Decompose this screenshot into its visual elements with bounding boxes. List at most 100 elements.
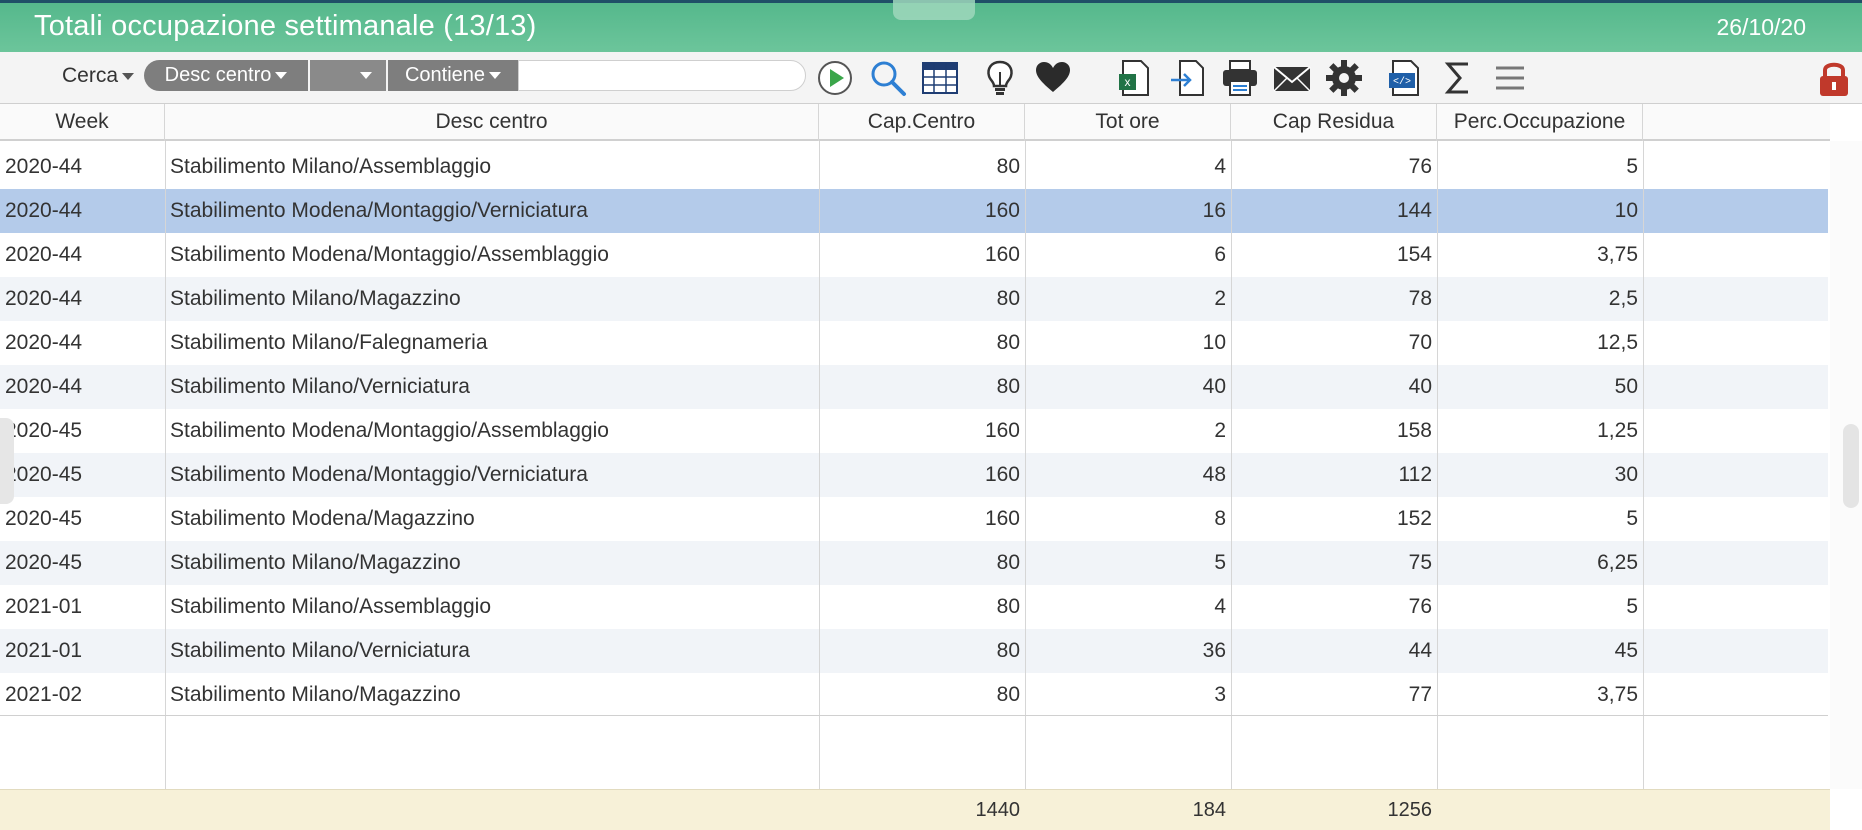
column-header-tot-ore[interactable]: Tot ore bbox=[1025, 104, 1231, 141]
table-row[interactable]: 2020-44 Stabilimento Milano/Verniciatura 8… bbox=[0, 365, 1828, 409]
column-divider bbox=[165, 141, 166, 789]
heart-icon[interactable] bbox=[1033, 58, 1073, 98]
data-grid: Week Desc centro Cap.Centro Tot ore Cap … bbox=[0, 104, 1862, 830]
cell-perc-occupazione: 2,5 bbox=[1608, 287, 1638, 310]
cell-cap-centro: 80 bbox=[996, 639, 1020, 662]
cell-tot-ore: 4 bbox=[1214, 595, 1226, 618]
column-header-perc-occupazione[interactable]: Perc.Occupazione bbox=[1437, 104, 1643, 141]
cell-cap-residua: 158 bbox=[1396, 419, 1432, 442]
cell-cap-residua: 152 bbox=[1396, 507, 1432, 530]
cell-tot-ore: 40 bbox=[1202, 375, 1226, 398]
column-divider bbox=[1643, 141, 1644, 830]
svg-text:</>: </> bbox=[1393, 76, 1411, 88]
chevron-down-icon bbox=[360, 72, 372, 80]
totals-row: 1440 184 1256 bbox=[0, 789, 1830, 830]
search-mode-dropdown[interactable]: Cerca bbox=[62, 64, 135, 88]
column-divider bbox=[819, 141, 820, 830]
table-row[interactable]: 2020-44 Stabilimento Milano/Assemblaggio 8… bbox=[0, 145, 1828, 189]
table-row[interactable]: 2020-44 Stabilimento Milano/Magazzino 80 2 7… bbox=[0, 277, 1828, 321]
cell-perc-occupazione: 5 bbox=[1626, 507, 1638, 530]
magnifier-icon[interactable] bbox=[868, 58, 908, 98]
lightbulb-icon[interactable] bbox=[980, 58, 1020, 98]
cell-cap-centro: 80 bbox=[996, 595, 1020, 618]
play-icon[interactable] bbox=[815, 58, 855, 98]
operator-select-label: Contiene bbox=[404, 64, 486, 86]
chevron-down-icon bbox=[275, 72, 288, 80]
cell-week: 2020-45 bbox=[5, 551, 83, 574]
table-row[interactable]: 2020-44 Stabilimento Milano/Falegnameria 8… bbox=[0, 321, 1828, 365]
cell-cap-centro: 80 bbox=[996, 331, 1020, 354]
cell-tot-ore: 10 bbox=[1202, 331, 1226, 354]
current-date: 26/10/20 bbox=[1716, 14, 1806, 40]
cell-cap-residua: 144 bbox=[1396, 199, 1432, 222]
field-select[interactable]: Desc centro bbox=[144, 60, 308, 91]
cell-desc-centro: Stabilimento Milano/Verniciatura bbox=[170, 375, 470, 398]
cell-cap-residua: 44 bbox=[1408, 639, 1432, 662]
cell-desc-centro: Stabilimento Modena/Montaggio/Assemblagg… bbox=[170, 419, 609, 442]
cell-week: 2020-45 bbox=[5, 419, 83, 442]
table-icon[interactable] bbox=[920, 58, 960, 98]
cell-week: 2020-44 bbox=[5, 375, 83, 398]
operator-select[interactable]: Contiene bbox=[388, 60, 518, 91]
cell-tot-ore: 6 bbox=[1214, 243, 1226, 266]
search-input[interactable] bbox=[518, 60, 806, 91]
cell-desc-centro: Stabilimento Modena/Magazzino bbox=[170, 507, 475, 530]
table-end-line bbox=[0, 715, 1828, 716]
window-drag-handle[interactable] bbox=[893, 0, 975, 20]
cell-cap-centro: 160 bbox=[984, 199, 1020, 222]
table-row[interactable]: 2021-02 Stabilimento Milano/Magazzino 80 3 7… bbox=[0, 673, 1828, 717]
column-header-cap-residua[interactable]: Cap Residua bbox=[1231, 104, 1437, 141]
cell-tot-ore: 3 bbox=[1214, 683, 1226, 706]
menu-icon[interactable] bbox=[1490, 58, 1530, 98]
cell-week: 2021-01 bbox=[5, 639, 83, 662]
cell-cap-centro: 80 bbox=[996, 375, 1020, 398]
cell-week: 2020-44 bbox=[5, 155, 83, 178]
table-row[interactable]: 2020-45 Stabilimento Modena/Montaggio/Ver… bbox=[0, 453, 1828, 497]
lock-icon[interactable] bbox=[1816, 58, 1852, 98]
cell-perc-occupazione: 3,75 bbox=[1597, 683, 1638, 706]
total-cap-residua: 1256 bbox=[1387, 799, 1433, 821]
cell-week: 2020-44 bbox=[5, 331, 83, 354]
excel-icon[interactable]: x bbox=[1115, 58, 1155, 98]
cell-cap-centro: 160 bbox=[984, 463, 1020, 486]
cell-perc-occupazione: 5 bbox=[1626, 155, 1638, 178]
table-row[interactable]: 2020-45 Stabilimento Modena/Montaggio/Ass… bbox=[0, 409, 1828, 453]
column-divider bbox=[1231, 141, 1232, 830]
cell-tot-ore: 4 bbox=[1214, 155, 1226, 178]
column-header-desc-centro[interactable]: Desc centro bbox=[165, 104, 819, 141]
cell-desc-centro: Stabilimento Milano/Verniciatura bbox=[170, 639, 470, 662]
gear-icon[interactable] bbox=[1324, 58, 1364, 98]
cell-desc-centro: Stabilimento Milano/Magazzino bbox=[170, 551, 461, 574]
cell-cap-centro: 160 bbox=[984, 419, 1020, 442]
column-header-cap-centro[interactable]: Cap.Centro bbox=[819, 104, 1025, 141]
sigma-icon[interactable] bbox=[1438, 58, 1478, 98]
mail-icon[interactable] bbox=[1272, 58, 1312, 98]
cell-desc-centro: Stabilimento Milano/Assemblaggio bbox=[170, 595, 491, 618]
side-panel-handle[interactable] bbox=[0, 418, 14, 504]
cell-cap-residua: 77 bbox=[1408, 683, 1432, 706]
cell-desc-centro: Stabilimento Modena/Montaggio/Assemblagg… bbox=[170, 243, 609, 266]
cell-week: 2020-44 bbox=[5, 243, 83, 266]
print-icon[interactable] bbox=[1220, 58, 1260, 98]
cell-perc-occupazione: 6,25 bbox=[1597, 551, 1638, 574]
blank-select[interactable] bbox=[310, 60, 386, 91]
table-row[interactable]: 2020-45 Stabilimento Milano/Magazzino 80 5 7… bbox=[0, 541, 1828, 585]
total-tot-ore: 184 bbox=[1192, 799, 1226, 821]
cell-cap-centro: 80 bbox=[996, 287, 1020, 310]
cell-perc-occupazione: 5 bbox=[1626, 595, 1638, 618]
cell-cap-residua: 70 bbox=[1408, 331, 1432, 354]
export-icon[interactable] bbox=[1168, 58, 1208, 98]
cell-cap-residua: 154 bbox=[1396, 243, 1432, 266]
code-icon[interactable]: </> bbox=[1385, 58, 1425, 98]
table-row[interactable]: 2020-44 Stabilimento Modena/Montaggio/Ass… bbox=[0, 233, 1828, 277]
cell-cap-residua: 76 bbox=[1408, 595, 1432, 618]
scrollbar-thumb[interactable] bbox=[1843, 424, 1859, 508]
total-cap-centro: 1440 bbox=[975, 799, 1021, 821]
table-row[interactable]: 2021-01 Stabilimento Milano/Verniciatura 8… bbox=[0, 629, 1828, 673]
chevron-down-icon bbox=[489, 72, 502, 80]
table-row[interactable]: 2020-45 Stabilimento Modena/Magazzino 160 8… bbox=[0, 497, 1828, 541]
column-header-week[interactable]: Week bbox=[0, 104, 165, 141]
table-row[interactable]: 2020-44 Stabilimento Modena/Montaggio/Ver… bbox=[0, 189, 1828, 233]
table-row[interactable]: 2021-01 Stabilimento Milano/Assemblaggio 8… bbox=[0, 585, 1828, 629]
cell-desc-centro: Stabilimento Milano/Assemblaggio bbox=[170, 155, 491, 178]
